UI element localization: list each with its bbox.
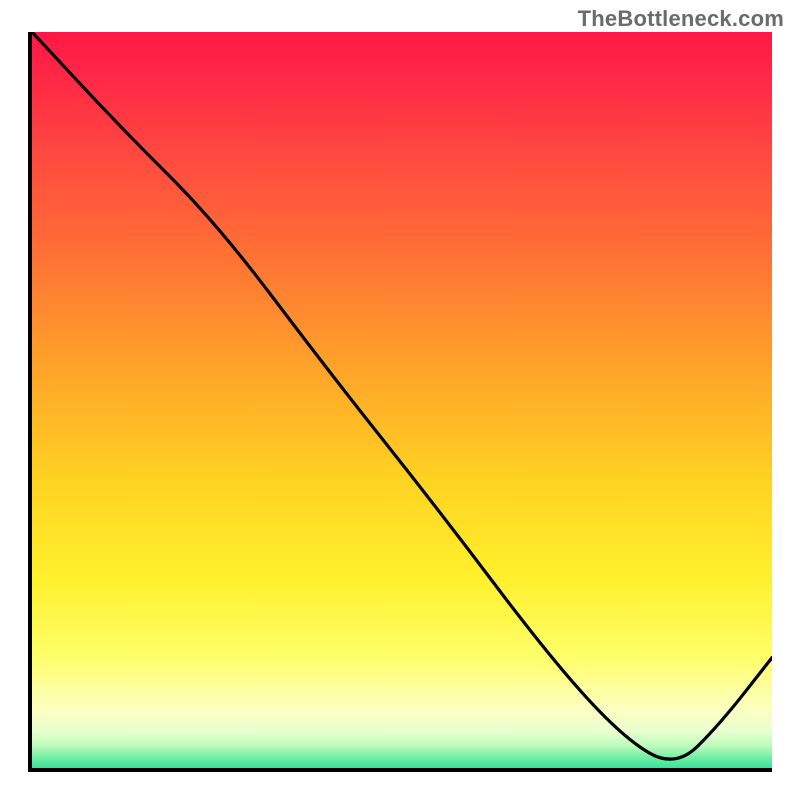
plot-area <box>28 32 772 772</box>
bottleneck-curve <box>32 32 772 768</box>
attribution-label: TheBottleneck.com <box>578 6 784 32</box>
chart-container: TheBottleneck.com <box>0 0 800 800</box>
